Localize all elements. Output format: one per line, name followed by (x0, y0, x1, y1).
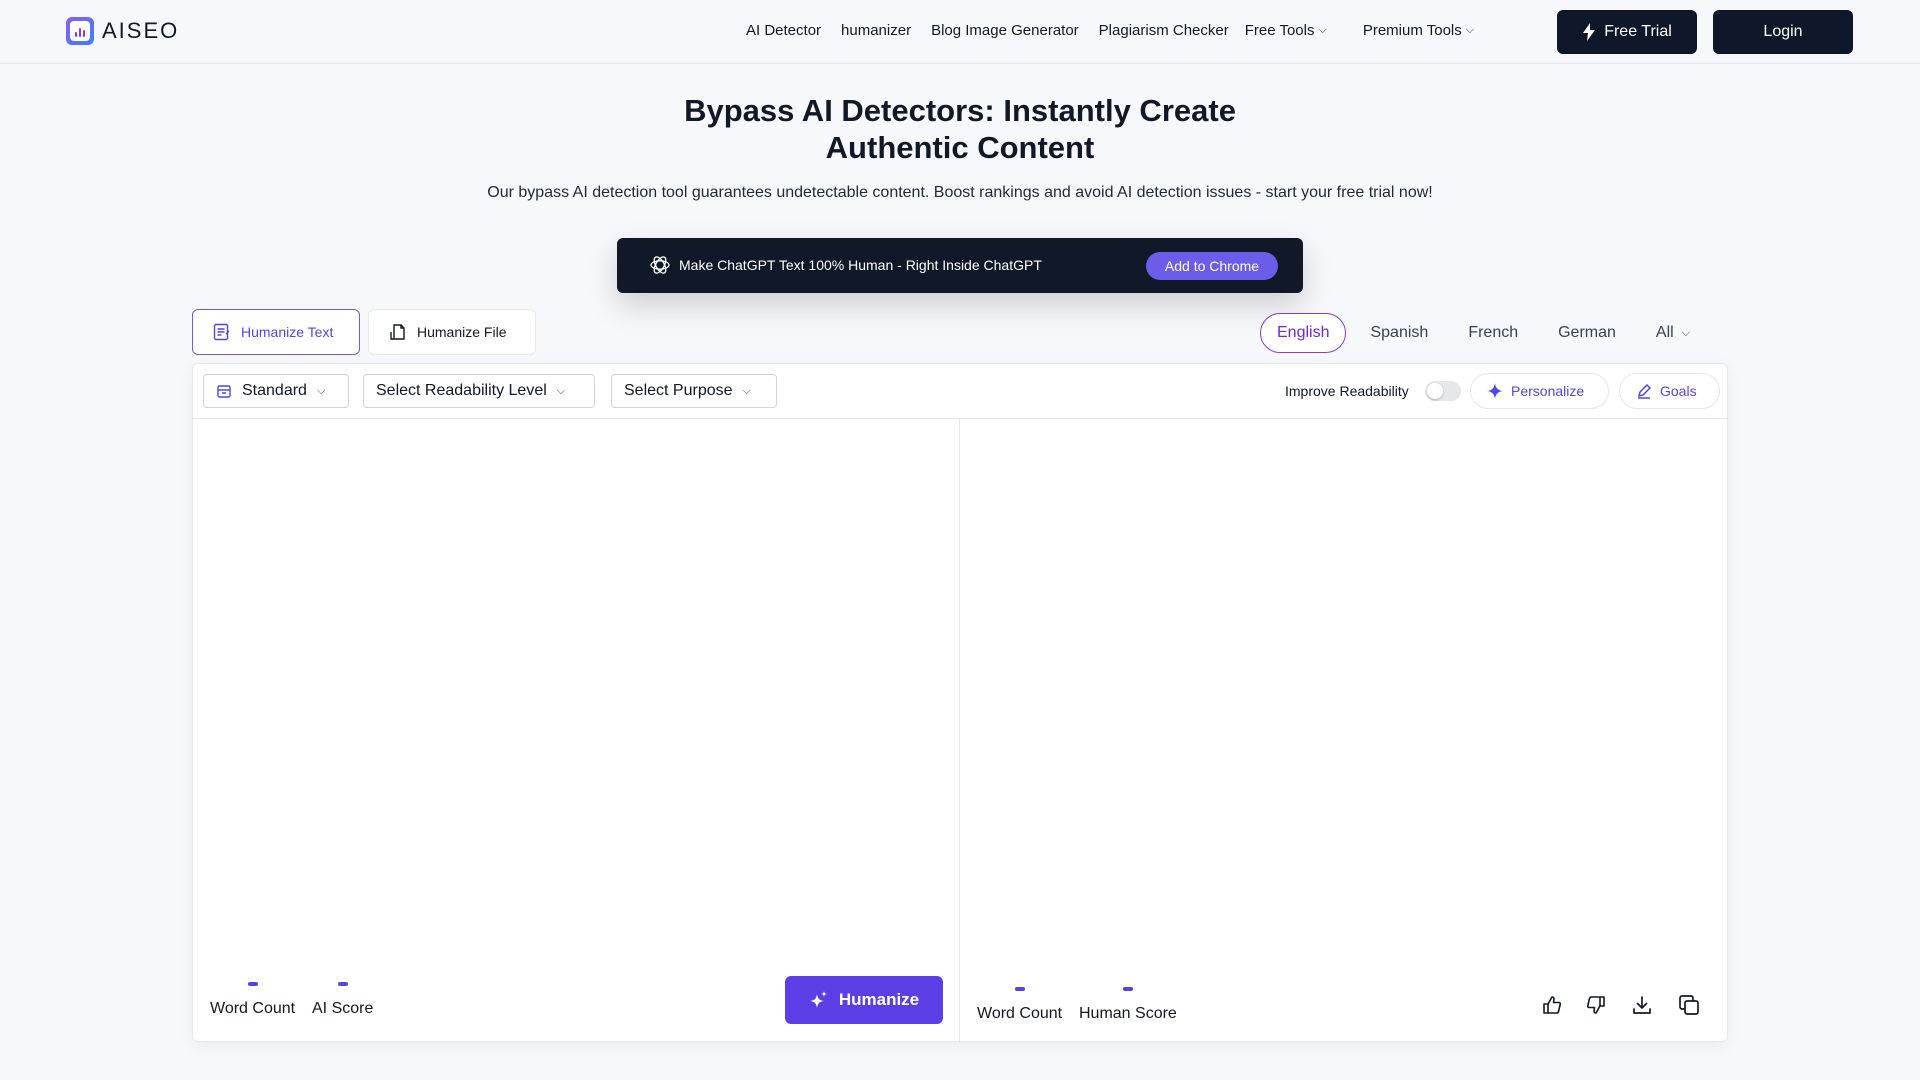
thumbs-up-button[interactable] (1539, 992, 1565, 1018)
language-option-spanish[interactable]: Spanish (1354, 313, 1444, 353)
goals-button[interactable]: Goals (1619, 373, 1720, 409)
nav-premium-tools-dropdown[interactable]: Premium Tools ⌵ (1363, 22, 1474, 39)
sparkles-icon (809, 991, 827, 1008)
purpose-select[interactable]: Select Purpose ⌵ (611, 374, 777, 408)
promo-text: Make ChatGPT Text 100% Human - Right Ins… (679, 257, 1042, 273)
chevron-down-icon: ⌵ (1681, 326, 1691, 339)
chevron-down-icon: ⌵ (1465, 24, 1475, 36)
premium-tools-label: Premium Tools (1362, 22, 1462, 39)
word-count-value-placeholder (247, 982, 258, 986)
humanizer-editor: Standard ⌵ Select Readability Level ⌵ Se… (192, 363, 1728, 1043)
thumbs-up-icon (1543, 996, 1562, 1014)
top-navigation: AISEO AI Detector humanizer Blog Image G… (0, 0, 1920, 64)
login-button[interactable]: Login (1713, 10, 1853, 54)
input-ai-score: AI Score (312, 982, 373, 1018)
nav-link-plagiarism-checker[interactable]: Plagiarism Checker (1099, 22, 1229, 39)
download-icon (1633, 996, 1651, 1014)
input-ai-score-label: AI Score (312, 1000, 374, 1017)
nav-link-ai-detector[interactable]: AI Detector (746, 22, 821, 39)
download-button[interactable] (1629, 992, 1655, 1018)
language-option-french[interactable]: French (1452, 313, 1534, 353)
pencil-icon (1637, 383, 1652, 399)
mode-select[interactable]: Standard ⌵ (203, 374, 349, 408)
copy-button[interactable] (1676, 992, 1702, 1018)
human-score-value-placeholder (1122, 987, 1133, 991)
tab-humanize-text[interactable]: Humanize Text (192, 309, 360, 355)
input-word-count-label: Word Count (210, 1000, 296, 1017)
personalize-label: Personalize (1511, 383, 1585, 399)
sparkle-icon (1487, 383, 1503, 399)
lightning-icon (1583, 23, 1596, 41)
input-word-count: Word Count (210, 982, 295, 1018)
readability-level-value: Select Readability Level (376, 382, 547, 399)
readability-level-select[interactable]: Select Readability Level ⌵ (363, 374, 595, 408)
brand-name: AISEO (102, 18, 180, 43)
improve-readability-toggle[interactable] (1425, 381, 1461, 401)
copy-icon (1679, 995, 1699, 1015)
page-title-line-2: Authentic Content (825, 130, 1095, 165)
input-text-area[interactable] (193, 420, 959, 940)
editor-toolbar: Standard ⌵ Select Readability Level ⌵ Se… (193, 364, 1727, 419)
word-count-value-placeholder (1014, 987, 1025, 991)
free-trial-button[interactable]: Free Trial (1557, 10, 1697, 54)
page-subtitle: Our bypass AI detection tool guarantees … (487, 184, 1433, 201)
output-human-score: Human Score (1079, 987, 1177, 1023)
chevron-down-icon: ⌵ (316, 384, 326, 397)
chrome-extension-banner: Make ChatGPT Text 100% Human - Right Ins… (617, 238, 1303, 293)
personalize-button[interactable]: Personalize (1470, 373, 1609, 409)
language-all-dropdown[interactable]: All ⌵ (1640, 313, 1706, 353)
free-tools-label: Free Tools (1244, 22, 1315, 39)
toggle-knob (1427, 383, 1443, 399)
language-option-german[interactable]: German (1542, 313, 1632, 353)
humanize-label: Humanize (838, 990, 920, 1009)
ai-score-value-placeholder (337, 982, 348, 986)
openai-icon (650, 256, 670, 274)
page-title: Bypass AI Detectors: Instantly Create Au… (560, 92, 1360, 166)
thumbs-down-icon (1586, 996, 1605, 1014)
output-human-score-label: Human Score (1079, 1005, 1177, 1022)
nav-link-blog-image-generator[interactable]: Blog Image Generator (931, 22, 1079, 39)
box-icon (217, 385, 231, 398)
nav-links: AI Detector humanizer Blog Image Generat… (746, 22, 1494, 39)
goals-label: Goals (1660, 383, 1697, 399)
page-title-line-1: Bypass AI Detectors: Instantly Create (684, 93, 1236, 128)
thumbs-down-button[interactable] (1583, 992, 1609, 1018)
purpose-value: Select Purpose (624, 382, 733, 399)
mode-select-value: Standard (242, 382, 307, 399)
text-edit-icon (213, 323, 230, 341)
language-option-english[interactable]: English (1260, 313, 1347, 353)
aiseo-logo-icon (66, 17, 94, 45)
tab-humanize-text-label: Humanize Text (241, 324, 334, 340)
add-to-chrome-button[interactable]: Add to Chrome (1146, 252, 1278, 280)
nav-link-humanizer[interactable]: humanizer (841, 22, 911, 39)
chevron-down-icon: ⌵ (1318, 24, 1327, 36)
free-trial-label: Free Trial (1604, 23, 1672, 40)
humanize-button[interactable]: Humanize (785, 976, 943, 1024)
language-selector: English Spanish French German All ⌵ (1260, 313, 1714, 353)
chevron-down-icon: ⌵ (742, 384, 751, 397)
output-word-count-label: Word Count (977, 1005, 1063, 1022)
output-text-area (960, 420, 1728, 940)
tab-humanize-file-label: Humanize File (417, 324, 507, 340)
improve-readability-label: Improve Readability (1285, 383, 1409, 399)
chevron-down-icon: ⌵ (556, 384, 566, 397)
language-all-label: All (1655, 324, 1674, 341)
nav-free-tools-dropdown[interactable]: Free Tools ⌵ (1245, 22, 1327, 39)
tab-humanize-file[interactable]: Humanize File (368, 309, 536, 355)
logo[interactable]: AISEO (66, 17, 179, 45)
output-word-count: Word Count (977, 987, 1062, 1023)
file-icon (390, 324, 405, 340)
